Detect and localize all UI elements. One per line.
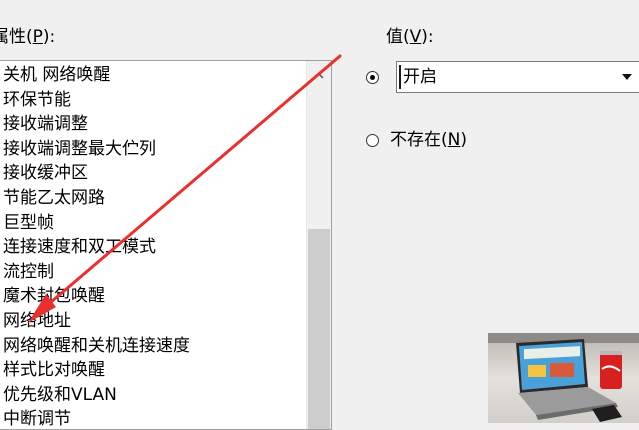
list-item[interactable]: 巨型帧 (0, 211, 303, 236)
properties-label-text: 属性( (0, 27, 33, 47)
list-scrollbar[interactable] (306, 61, 331, 429)
list-item[interactable]: 接收缓冲区 (0, 161, 303, 186)
list-item[interactable]: 优先级和VLAN (0, 383, 303, 408)
list-item[interactable]: 样式比对唤醒 (0, 358, 303, 383)
chevron-up-icon (314, 72, 324, 79)
laptop-photo-thumbnail (488, 333, 639, 423)
list-item[interactable]: 网络地址 (0, 309, 303, 334)
triangle-down-icon (622, 74, 632, 80)
value-label-accesskey: V (409, 27, 422, 47)
dropdown-button[interactable] (616, 66, 638, 88)
not-exist-label[interactable]: 不存在(N) (390, 130, 467, 150)
not-exist-label-accesskey: N (447, 130, 461, 150)
value-label: 值(V): (386, 27, 434, 47)
value-label-end: ): (421, 27, 434, 47)
list-item[interactable]: 魔术封包唤醒 (0, 284, 303, 309)
list-item[interactable]: 网络唤醒和关机连接速度 (0, 334, 303, 359)
list-item[interactable]: 节能乙太网路 (0, 186, 303, 211)
laptop-photo-image (488, 333, 639, 423)
list-item[interactable]: 接收端调整最大伫列 (0, 137, 303, 162)
properties-label: 属性(P): (0, 27, 55, 47)
value-dropdown-selected: 开启 (403, 67, 437, 87)
property-listbox[interactable]: 关机 网络唤醒 环保节能 接收端调整 接收端调整最大伫列 接收缓冲区 节能乙太网… (0, 60, 332, 430)
not-exist-radio[interactable] (366, 134, 379, 147)
list-item[interactable]: 连接速度和双工模式 (0, 235, 303, 260)
focus-caret (399, 65, 401, 89)
list-item[interactable]: 中断调节 (0, 407, 303, 429)
value-dropdown[interactable]: 开启 (396, 61, 639, 93)
list-item[interactable]: 接收端调整 (0, 112, 303, 137)
list-item[interactable]: 关机 网络唤醒 (0, 63, 303, 88)
scrollbar-thumb[interactable] (308, 229, 330, 429)
not-exist-label-text: 不存在( (390, 130, 448, 150)
properties-label-accesskey: P (32, 27, 43, 47)
list-item[interactable]: 流控制 (0, 260, 303, 285)
properties-label-end: ): (42, 27, 56, 47)
scroll-up-button[interactable] (307, 61, 331, 89)
value-label-text: 值( (386, 27, 410, 47)
value-radio[interactable] (366, 71, 379, 84)
list-item[interactable]: 环保节能 (0, 88, 303, 113)
not-exist-label-end: ) (460, 130, 467, 150)
radio-dot (370, 75, 375, 80)
property-list-items: 关机 网络唤醒 环保节能 接收端调整 接收端调整最大伫列 接收缓冲区 节能乙太网… (0, 63, 303, 429)
